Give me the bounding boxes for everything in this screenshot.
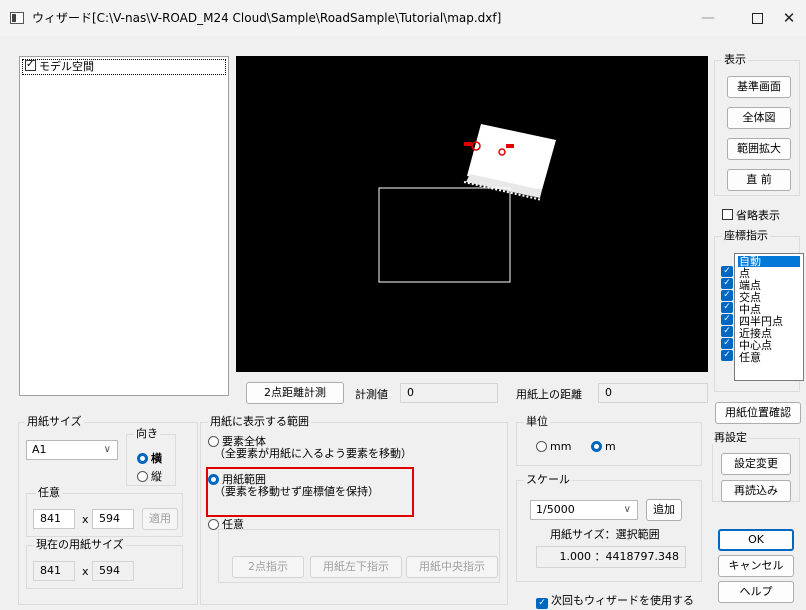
paper-lower-left-button[interactable]: 用紙左下指示 [310,556,402,578]
paper-range-frame [378,187,511,283]
snap-endpoint-check[interactable]: ✓ [721,278,733,289]
reload-button[interactable]: 再読込み [721,480,791,502]
preview-canvas[interactable] [236,56,708,372]
wizard-window: ウィザード[C:\V-nas\V-ROAD_M24 Cloud\Sample\R… [0,0,806,610]
chevron-down-icon: ∨ [623,504,631,515]
measure-value-field: 0 [400,383,498,403]
unit-m-radio-icon [591,441,602,452]
measure-value-label: 計測値 [355,388,388,401]
custom-height-input[interactable]: 594 [92,509,134,529]
range-all-radio-icon [208,436,219,447]
snap-intersection-check[interactable]: ✓ [721,290,733,301]
portrait-radio[interactable]: 縦 [137,468,162,484]
snap-any-check[interactable]: ✓ [721,350,733,361]
use-wizard-label: 次回もウィザードを使用する [551,594,694,607]
portrait-radio-icon [137,471,148,482]
snap-midpoint-check[interactable]: ✓ [721,302,733,313]
snap-quadrant-check[interactable]: ✓ [721,314,733,325]
snap-item-nearest[interactable]: 近接点 [739,328,772,339]
tree-item-model-space[interactable]: モデル空間 [22,58,226,75]
full-view-button[interactable]: 全体図 [727,107,791,129]
highlight-box [206,467,414,517]
paper-distance-label: 用紙上の距離 [516,388,582,401]
snap-item-point[interactable]: 点 [739,268,750,279]
current-height-field: 594 [92,561,134,581]
base-view-button[interactable]: 基準画面 [727,76,791,98]
landscape-radio-icon [137,453,148,464]
previous-view-button[interactable]: 直 前 [727,169,791,191]
snap-item-center[interactable]: 中心点 [739,340,772,351]
close-button[interactable]: ✕ [775,6,803,30]
paper-size-value: A1 [32,443,47,456]
unit-mm-radio-icon [536,441,547,452]
snap-item-midpoint[interactable]: 中点 [739,304,761,315]
snap-item-any[interactable]: 任意 [739,352,761,363]
layer-tree[interactable]: モデル空間 [19,56,229,396]
zoom-range-button[interactable]: 範囲拡大 [727,138,791,160]
paper-distance-field: 0 [598,383,708,403]
settings-change-button[interactable]: 設定変更 [721,453,791,475]
x-separator: x [82,513,89,526]
measure-2pt-button[interactable]: 2点距離計測 [246,382,344,404]
paper-center-button[interactable]: 用紙中央指示 [406,556,498,578]
snap-center-check[interactable]: ✓ [721,338,733,349]
snap-point-check[interactable]: ✓ [721,266,733,277]
unit-section-label: 単位 [524,415,550,428]
minimize-button[interactable]: — [694,6,722,30]
paper-size-label: 用紙サイズ [25,415,84,428]
maximize-icon [751,12,763,24]
omit-display-checkbox[interactable] [722,209,733,220]
window-title: ウィザード[C:\V-nas\V-ROAD_M24 Cloud\Sample\R… [32,11,502,25]
current-width-field: 841 [33,561,75,581]
preview-drawing [378,124,556,283]
scale-ratio-field: 1.000 ：4418797.348 [536,546,686,568]
snap-item-intersection[interactable]: 交点 [739,292,761,303]
portrait-label: 縦 [151,470,162,483]
snap-mode-list[interactable]: 自動 点 端点 交点 中点 四半円点 近接点 中心点 任意 [734,253,804,381]
chevron-down-icon: ∨ [103,444,111,455]
omit-display-toggle[interactable]: 省略表示 [722,207,780,223]
orientation-label: 向き [134,427,160,440]
snap-nearest-check[interactable]: ✓ [721,326,733,337]
unit-mm-label: mm [550,440,572,453]
x-separator-current: x [82,565,89,578]
unit-m-label: m [605,440,616,453]
view-section-label: 表示 [722,53,748,66]
cancel-button[interactable]: キャンセル [718,555,794,577]
range-section-label: 用紙に表示する範囲 [208,415,311,428]
use-wizard-checkbox[interactable]: ✓ [536,598,548,609]
unit-m-radio[interactable]: m [591,440,616,453]
scale-select[interactable]: 1/5000 ∨ [530,500,638,520]
custom-size-label: 任意 [36,486,62,499]
custom-width-input[interactable]: 841 [33,509,75,529]
scale-value: 1/5000 [536,503,575,516]
coord-section-label: 座標指示 [722,229,770,242]
title-bar: ウィザード[C:\V-nas\V-ROAD_M24 Cloud\Sample\R… [0,0,806,36]
scale-size-label: 用紙サイズ：選択範囲 [550,528,660,541]
current-size-label: 現在の用紙サイズ [34,538,126,551]
landscape-label: 横 [151,452,162,465]
use-wizard-next-time[interactable]: ✓ 次回もウィザードを使用する [536,592,694,609]
help-button[interactable]: ヘルプ [718,581,794,603]
paper-position-button[interactable]: 用紙位置確認 [715,402,801,424]
ok-button[interactable]: OK [718,529,794,551]
app-icon [10,12,24,24]
unit-mm-radio[interactable]: mm [536,440,571,453]
snap-item-quadrant[interactable]: 四半円点 [739,316,783,327]
reset-section-label: 再設定 [712,431,749,444]
range-all-desc: （全要素が用紙に入るよう要素を移動） [214,447,412,460]
snap-item-auto[interactable]: 自動 [738,256,800,267]
apply-button[interactable]: 適用 [142,508,178,530]
scale-section-label: スケール [524,473,572,486]
paper-size-select[interactable]: A1 ∨ [26,440,118,460]
two-point-button[interactable]: 2点指示 [232,556,304,578]
omit-display-label: 省略表示 [736,209,780,222]
add-scale-button[interactable]: 追加 [646,499,682,521]
model-space-checkbox[interactable] [25,58,36,72]
tree-item-label: モデル空間 [39,60,94,73]
snap-item-endpoint[interactable]: 端点 [739,280,761,291]
maximize-button[interactable] [743,6,771,30]
landscape-radio[interactable]: 横 [137,450,162,466]
